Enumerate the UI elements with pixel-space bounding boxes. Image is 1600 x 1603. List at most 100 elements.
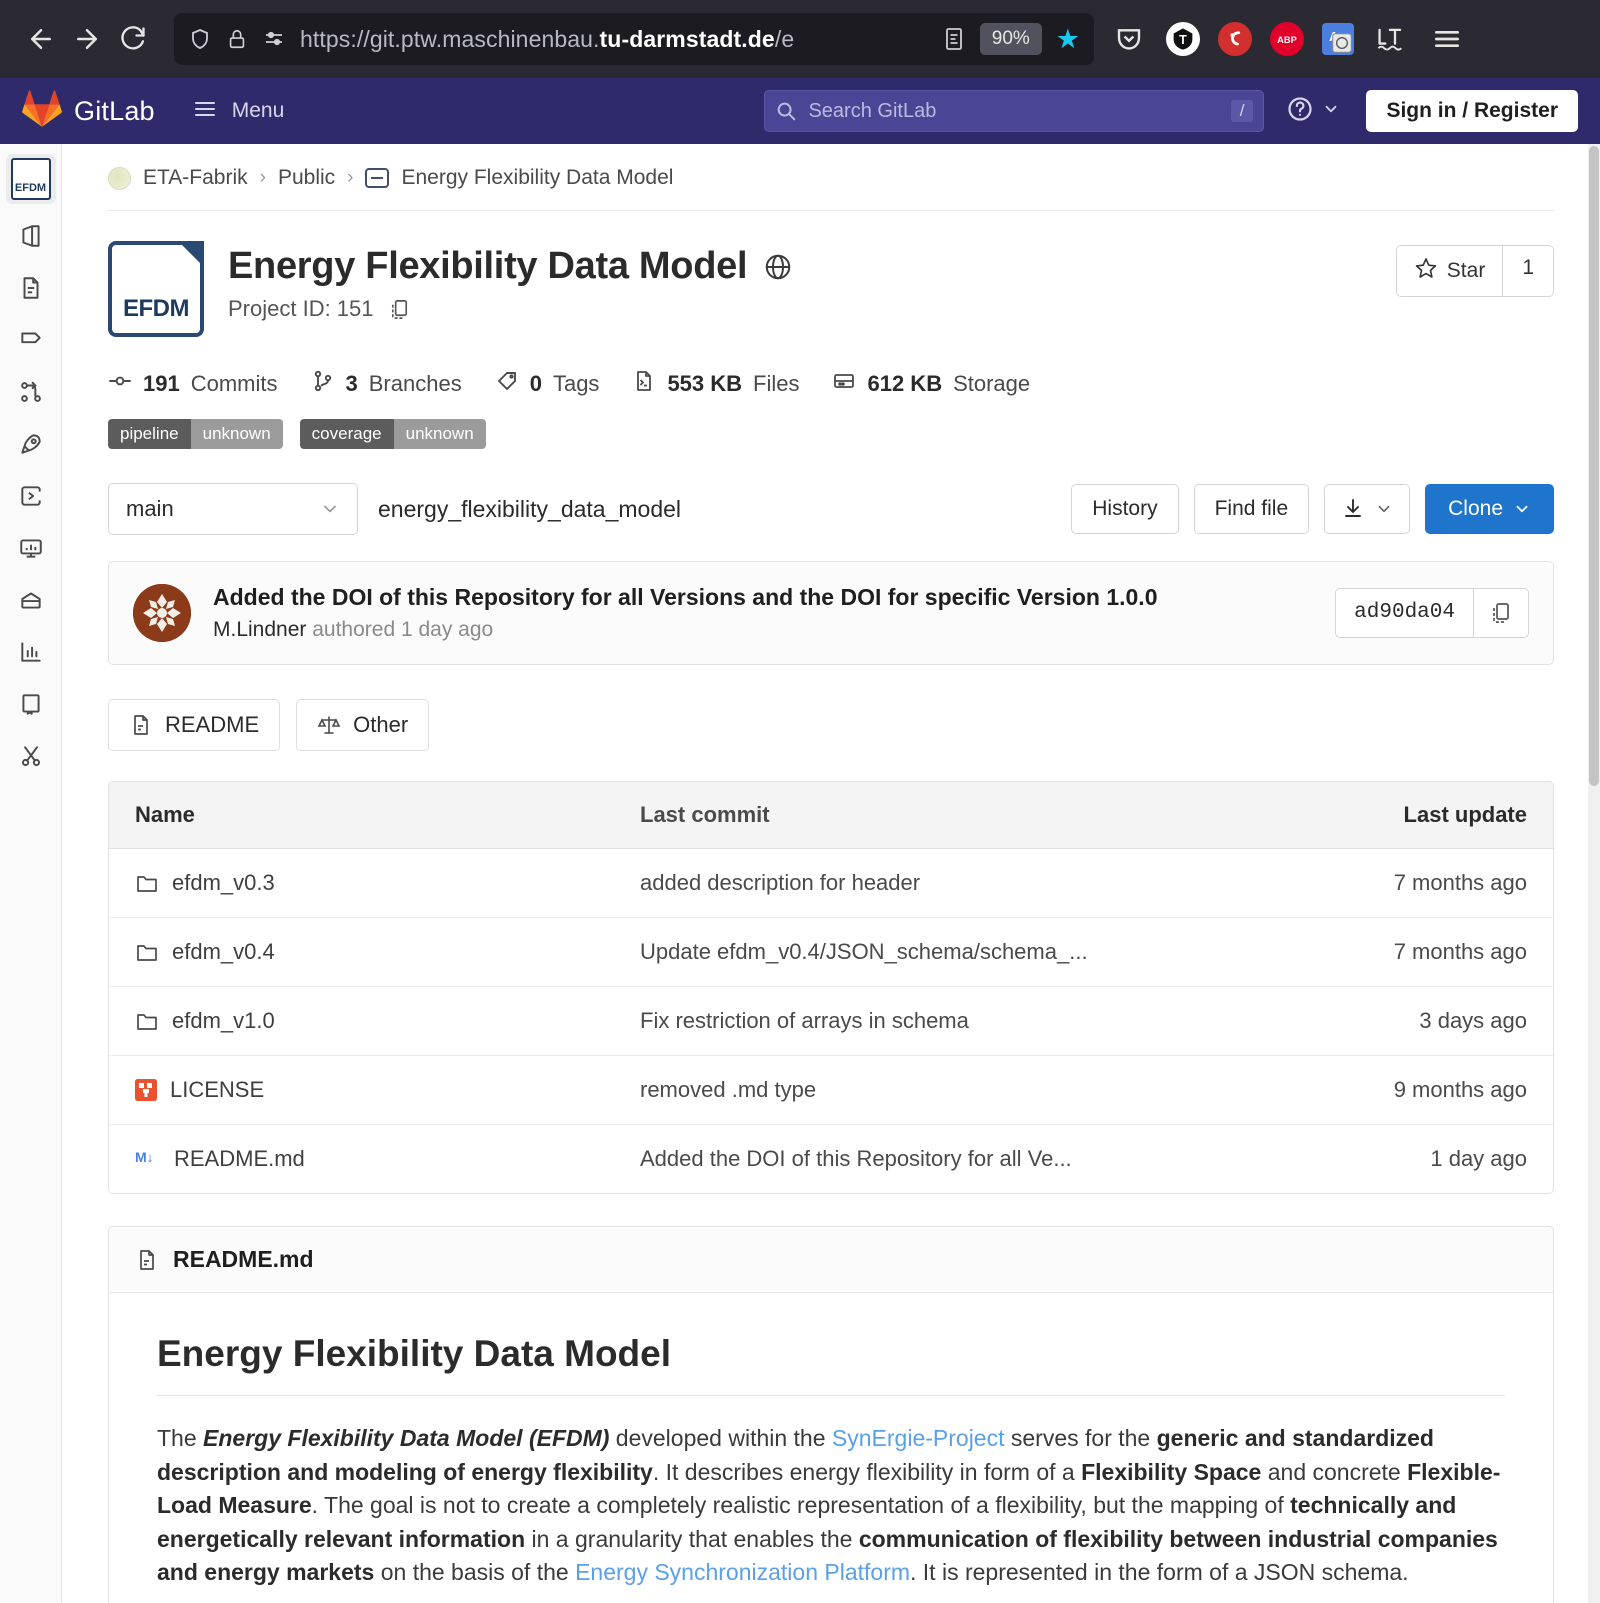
reader-view-icon[interactable] [942, 26, 966, 52]
stat-branches[interactable]: 3 Branches [311, 369, 462, 399]
address-bar[interactable]: https://git.ptw.maschinenbau.tu-darmstad… [174, 13, 1094, 65]
breadcrumb-repo-path[interactable]: energy_flexibility_data_model [378, 496, 681, 523]
file-commit-message[interactable]: removed .md type [640, 1077, 1297, 1103]
file-last-update: 3 days ago [1297, 1008, 1527, 1034]
copy-icon[interactable] [1473, 589, 1528, 637]
table-row[interactable]: efdm_v1.0 Fix restriction of arrays in s… [109, 987, 1553, 1056]
license-icon [135, 1079, 157, 1101]
readme-link-esp[interactable]: Energy Synchronization Platform [575, 1559, 910, 1585]
file-commit-message[interactable]: Fix restriction of arrays in schema [640, 1008, 1297, 1034]
cube-icon [18, 223, 44, 254]
project-id-label: Project ID: 151 [228, 296, 374, 322]
main-content: ETA-Fabrik › Public › Energy Flexibility… [62, 144, 1600, 1603]
sidebar-item-monitor[interactable] [5, 524, 57, 576]
zoom-level-badge[interactable]: 90% [980, 23, 1042, 55]
gitlab-home-link[interactable]: GitLab [22, 90, 155, 133]
search-shortcut-badge: / [1231, 100, 1254, 122]
table-row[interactable]: LICENSE removed .md type 9 months ago [109, 1056, 1553, 1125]
sign-in-register-button[interactable]: Sign in / Register [1366, 90, 1578, 132]
breadcrumb-group[interactable]: ETA-Fabrik [143, 166, 248, 190]
scrollbar-thumb[interactable] [1589, 146, 1599, 786]
table-row[interactable]: M↓ README.md Added the DOI of this Repos… [109, 1125, 1553, 1193]
star-count[interactable]: 1 [1502, 246, 1553, 296]
file-name-cell[interactable]: efdm_v0.4 [135, 939, 640, 965]
sidebar-item-wiki[interactable] [5, 680, 57, 732]
privacy-badger-icon[interactable] [1218, 22, 1252, 56]
clone-button[interactable]: Clone [1425, 484, 1554, 534]
tab-readme[interactable]: README [108, 699, 280, 751]
pocket-icon[interactable] [1110, 20, 1148, 58]
readme-text-4: . It describes energy flexibility in for… [653, 1459, 1081, 1485]
tampermonkey-icon[interactable]: T [1166, 22, 1200, 56]
lock-icon[interactable] [226, 28, 248, 50]
readme-content: Energy Flexibility Data Model The Energy… [109, 1293, 1553, 1603]
star-button-group[interactable]: Star 1 [1396, 245, 1554, 297]
file-commit-message[interactable]: added description for header [640, 870, 1297, 896]
gitlab-navbar: GitLab Menu Search GitLab / Sign in / Re… [0, 78, 1600, 144]
app-menu-icon[interactable] [1428, 20, 1466, 58]
document-tabs: README Other [108, 699, 1554, 751]
readme-text-7: in a granularity that enables the [525, 1526, 859, 1552]
sidebar-item-packages[interactable] [5, 576, 57, 628]
file-name-cell[interactable]: M↓ README.md [135, 1146, 640, 1172]
commit-sha[interactable]: ad90da04 [1336, 589, 1473, 637]
group-avatar [108, 167, 131, 190]
translate-icon[interactable]: A [1322, 23, 1354, 55]
stat-tags[interactable]: 0 Tags [495, 369, 600, 399]
bookmark-star-icon[interactable]: ★ [1056, 26, 1080, 53]
back-arrow-icon[interactable] [18, 16, 64, 62]
sidebar-item-ci-cd[interactable] [5, 420, 57, 472]
readme-link-synergie[interactable]: SynErgie-Project [832, 1425, 1005, 1451]
commit-title[interactable]: Added the DOI of this Repository for all… [213, 584, 1313, 611]
stat-commits[interactable]: 191 Commits [108, 369, 278, 399]
table-row[interactable]: efdm_v0.4 Update efdm_v0.4/JSON_schema/s… [109, 918, 1553, 987]
reload-icon[interactable] [110, 16, 156, 62]
url-text[interactable]: https://git.ptw.maschinenbau.tu-darmstad… [300, 26, 928, 53]
file-name-cell[interactable]: efdm_v1.0 [135, 1008, 640, 1034]
languagetool-icon[interactable] [1372, 20, 1410, 58]
search-input[interactable]: Search GitLab / [764, 90, 1264, 132]
status-badge-pipeline[interactable]: pipeline unknown [108, 419, 283, 449]
readme-panel-header: README.md [109, 1227, 1553, 1293]
status-badges: pipeline unknown coverage unknown [108, 419, 1554, 449]
table-row[interactable]: efdm_v0.3 added description for header 7… [109, 849, 1553, 918]
sidebar-item-analytics[interactable] [5, 628, 57, 680]
breadcrumb-subgroup[interactable]: Public [278, 166, 335, 190]
file-name-cell[interactable]: LICENSE [135, 1077, 640, 1103]
help-circle-icon [1286, 95, 1314, 128]
readme-text-5: and concrete [1261, 1459, 1407, 1485]
file-commit-message[interactable]: Added the DOI of this Repository for all… [640, 1146, 1297, 1172]
permissions-icon[interactable] [262, 27, 286, 51]
history-button[interactable]: History [1071, 484, 1178, 534]
commit-author[interactable]: M.Lindner [213, 618, 306, 641]
sidebar-item-merge-requests[interactable] [5, 368, 57, 420]
adblock-plus-icon[interactable]: ABP [1270, 22, 1304, 56]
star-button[interactable]: Star [1397, 246, 1503, 296]
breadcrumb: ETA-Fabrik › Public › Energy Flexibility… [108, 144, 1554, 211]
sidebar-item-project-overview[interactable] [5, 212, 57, 264]
status-badge-coverage[interactable]: coverage unknown [300, 419, 486, 449]
breadcrumb-project[interactable]: Energy Flexibility Data Model [401, 166, 673, 190]
copy-icon[interactable] [388, 298, 411, 321]
sidebar-item-repository[interactable] [5, 264, 57, 316]
branch-selector[interactable]: main [108, 483, 358, 535]
file-name-cell[interactable]: efdm_v0.3 [135, 870, 640, 896]
sidebar-project-avatar[interactable]: EFDM [6, 154, 56, 204]
sidebar-item-snippets[interactable] [5, 732, 57, 784]
rocket-icon [18, 431, 44, 462]
svg-text:T: T [1179, 33, 1187, 47]
document-icon [18, 275, 44, 306]
tab-other[interactable]: Other [296, 699, 429, 751]
readme-filename[interactable]: README.md [173, 1246, 314, 1273]
help-menu-button[interactable] [1286, 95, 1340, 128]
file-commit-message[interactable]: Update efdm_v0.4/JSON_schema/schema_... [640, 939, 1297, 965]
find-file-button[interactable]: Find file [1194, 484, 1310, 534]
sidebar-item-issues[interactable] [5, 316, 57, 368]
scrollbar-track[interactable] [1588, 144, 1600, 1603]
download-button[interactable] [1324, 484, 1410, 534]
file-name: efdm_v0.3 [172, 870, 275, 896]
sidebar-item-deployments[interactable] [5, 472, 57, 524]
forward-arrow-icon[interactable] [64, 16, 110, 62]
main-menu-button[interactable]: Menu [191, 97, 285, 126]
shield-icon[interactable] [188, 27, 212, 51]
